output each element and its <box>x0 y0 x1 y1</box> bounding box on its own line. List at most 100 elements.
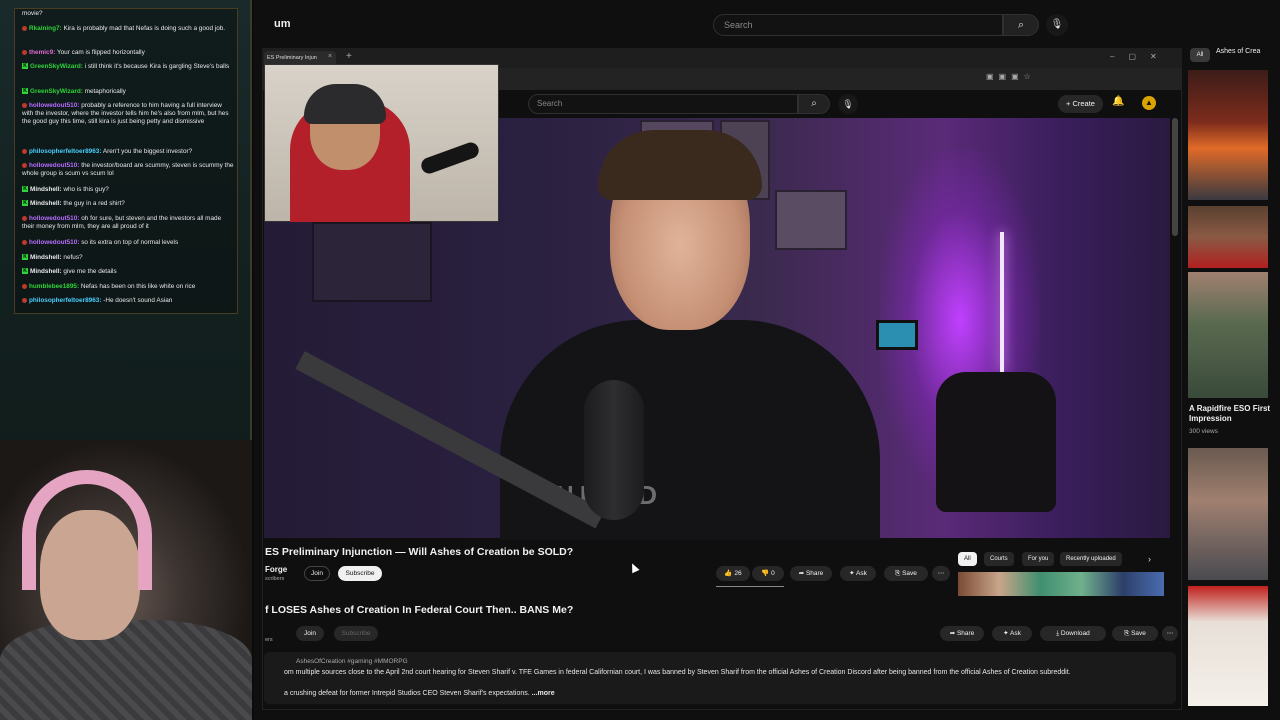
search-icon[interactable]: ⌕ <box>798 94 830 114</box>
sidebar-thumbnail[interactable] <box>1188 70 1268 200</box>
kick-badge-icon: K <box>22 88 28 95</box>
monitor <box>876 320 918 350</box>
youtube-badge-icon <box>22 25 27 31</box>
chat-username[interactable]: hollowedout510: <box>29 102 79 109</box>
description-line: a crushing defeat for former Intrepid St… <box>284 690 555 697</box>
chat-message: themic9: Your cam is flipped horizontall… <box>22 49 234 57</box>
new-tab-icon[interactable]: + <box>346 51 352 62</box>
extension-icons[interactable]: ▣▣▣☆ <box>986 72 1036 81</box>
subscriber-count-2: ers <box>265 637 273 643</box>
chat-text: Kira is probably mad that Nefas is doing… <box>61 25 226 32</box>
search-input[interactable]: Search <box>713 14 1003 36</box>
chat-text: so its extra on top of normal levels <box>79 239 179 246</box>
chip-for-you[interactable]: For you <box>1022 552 1055 566</box>
sidebar-thumbnail[interactable] <box>1188 272 1268 398</box>
download-label: Download <box>1060 630 1090 637</box>
chevron-right-icon[interactable]: › <box>1148 554 1151 564</box>
subscribe-button-2[interactable]: Subscribe <box>334 626 378 641</box>
chat-username[interactable]: GreenSkyWizard: <box>30 63 83 70</box>
headphones-icon <box>22 470 152 590</box>
chat-text: nefus? <box>61 254 83 261</box>
light-bar <box>1000 232 1004 372</box>
join-button[interactable]: Join <box>304 566 330 581</box>
save-button-2[interactable]: ⎘ Save <box>1112 626 1158 641</box>
kick-badge-icon: K <box>22 63 28 70</box>
share-button-2[interactable]: ➦ Share <box>940 626 984 641</box>
chat-text: give me the details <box>61 268 117 275</box>
more-icon[interactable]: ⋯ <box>932 566 950 581</box>
presenter-hair <box>598 130 762 200</box>
kick-badge-icon: K <box>22 268 28 275</box>
microphone <box>584 380 644 520</box>
save-label: Save <box>902 570 917 577</box>
close-icon[interactable]: × <box>328 53 332 60</box>
pip-person-hair <box>304 84 386 124</box>
sidebar-video-title[interactable]: A Rapidfire ESO First Impression <box>1189 404 1279 424</box>
sidebar-thumbnail[interactable] <box>1188 586 1268 706</box>
chat-username[interactable]: Mindshell: <box>30 186 62 193</box>
sidebar-thumbnail[interactable] <box>1188 448 1268 580</box>
chat-message: movie? <box>22 10 234 18</box>
window-controls[interactable]: –▢✕ <box>1110 52 1171 61</box>
more-icon[interactable]: ⋯ <box>1162 626 1178 641</box>
search-icon[interactable]: ⌕ <box>1003 14 1039 36</box>
chip-all[interactable]: All <box>958 552 977 566</box>
chip-courts[interactable]: Courts <box>984 552 1014 566</box>
chat-username[interactable]: hollowedout510: <box>29 239 79 246</box>
mic-icon[interactable]: 🎙 <box>838 94 858 114</box>
join-button-2[interactable]: Join <box>296 626 324 641</box>
chat-username[interactable]: Mindshell: <box>30 200 62 207</box>
bell-icon[interactable]: 🔔 <box>1112 96 1124 107</box>
sidebar-thumbnail[interactable] <box>1188 206 1268 268</box>
bookmark-icon: ⎘ <box>895 570 901 577</box>
like-button[interactable]: 👍 26 <box>716 566 750 581</box>
scrollbar[interactable] <box>1172 118 1178 236</box>
avatar[interactable]: ▲ <box>1142 96 1156 110</box>
chip-recently-uploaded[interactable]: Recently uploaded <box>1060 552 1122 566</box>
site-logo[interactable]: um <box>274 18 291 30</box>
description-line: om multiple sources close to the April 2… <box>284 669 1071 676</box>
chat-username[interactable]: themic9: <box>29 49 55 56</box>
shelf <box>312 222 432 302</box>
sidebar-chip-ashes[interactable]: Ashes of Crea <box>1216 48 1260 55</box>
chat-username[interactable]: Rkaining7: <box>29 25 62 32</box>
chat-username[interactable]: hollowedout510: <box>29 215 79 222</box>
subscriber-count: scribers <box>265 576 285 582</box>
chat-username[interactable]: humblebee1895: <box>29 283 79 290</box>
ask-label-2: Ask <box>1010 630 1021 637</box>
youtube-badge-icon <box>22 215 27 221</box>
ask-button[interactable]: ✦ Ask <box>840 566 876 581</box>
chat-text: Aren't you the biggest investor? <box>101 148 193 155</box>
channel-name[interactable]: Forge <box>265 565 287 574</box>
chat-username[interactable]: Mindshell: <box>30 254 62 261</box>
like-count: 26 <box>734 570 742 577</box>
chat-message: K Mindshell: the guy in a red shirt? <box>22 200 234 208</box>
more-link[interactable]: ...more <box>530 690 555 697</box>
chat-username[interactable]: GreenSkyWizard: <box>30 88 83 95</box>
dislike-button[interactable]: 👎 0 <box>752 566 784 581</box>
ask-button-2[interactable]: ✦ Ask <box>992 626 1032 641</box>
sparkle-icon: ✦ <box>849 570 855 577</box>
share-button[interactable]: ➦ Share <box>790 566 832 581</box>
inner-search-input[interactable]: Search <box>528 94 798 114</box>
share-icon: ➦ <box>949 630 956 637</box>
chat-username[interactable]: philosopherfeltoer8963: <box>29 148 101 155</box>
chat-message: Rkaining7: Kira is probably mad that Nef… <box>22 25 234 33</box>
subscribe-button[interactable]: Subscribe <box>338 566 382 581</box>
sidebar-chip-all[interactable]: All <box>1190 48 1210 62</box>
chat-message: K Mindshell: give me the details <box>22 268 234 276</box>
save-button[interactable]: ⎘ Save <box>884 566 928 581</box>
chat-username[interactable]: Mindshell: <box>30 268 62 275</box>
mic-icon[interactable]: 🎙 <box>1046 14 1068 36</box>
chat-username[interactable]: hollowedout510: <box>29 162 79 169</box>
description-tags[interactable]: AshesOfCreation #gaming #MMORPG <box>296 658 408 665</box>
kick-badge-icon: K <box>22 200 28 207</box>
save-label-2: Save <box>1131 630 1146 637</box>
related-thumbnails[interactable] <box>958 572 1164 596</box>
chat-username[interactable]: philosopherfeltoer8963: <box>29 297 101 304</box>
streamer-shirt <box>0 620 252 720</box>
chat-message: humblebee1895: Nefas has been on this li… <box>22 283 234 291</box>
create-button[interactable]: + Create <box>1058 95 1103 113</box>
download-icon: ⤓ <box>1056 630 1060 637</box>
download-button[interactable]: ⤓ Download <box>1040 626 1106 641</box>
